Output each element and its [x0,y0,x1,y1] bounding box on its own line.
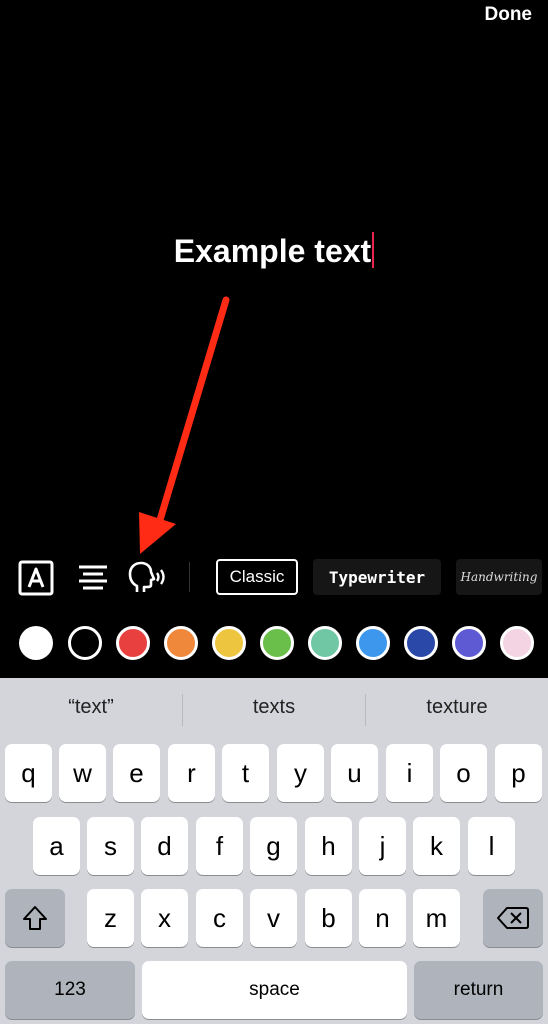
color-swatch-orange[interactable] [164,626,198,660]
key-a[interactable]: a [33,817,80,875]
backspace-icon [497,907,529,929]
key-s[interactable]: s [87,817,134,875]
color-swatch-blue[interactable] [356,626,390,660]
shift-icon [23,906,47,930]
key-u[interactable]: u [331,744,378,802]
key-y[interactable]: y [277,744,324,802]
numbers-key[interactable]: 123 [5,961,135,1019]
suggestion-bar: “text” texts texture [0,678,548,742]
key-i[interactable]: i [386,744,433,802]
text-align-button[interactable] [75,558,111,598]
suggestion-2[interactable]: texts [183,696,365,719]
annotation-arrow-head [139,512,176,554]
keyboard: “text” texts texture q w e r t y u i o p… [0,678,548,1024]
text-to-speech-icon [128,561,165,592]
key-r[interactable]: r [168,744,215,802]
key-z[interactable]: z [87,889,134,947]
space-key[interactable]: space [142,961,407,1019]
key-t[interactable]: t [222,744,269,802]
key-h[interactable]: h [305,817,352,875]
color-swatch-navy[interactable] [404,626,438,660]
font-style-handwriting[interactable]: Handwriting [456,559,542,595]
color-swatch-yellow[interactable] [212,626,246,660]
color-swatch-teal[interactable] [308,626,342,660]
key-w[interactable]: w [59,744,106,802]
color-swatch-red[interactable] [116,626,150,660]
annotation-arrow-shaft [156,296,230,524]
key-x[interactable]: x [141,889,188,947]
color-swatch-pink[interactable] [500,626,534,660]
key-p[interactable]: p [495,744,542,802]
color-swatch-green[interactable] [260,626,294,660]
key-q[interactable]: q [5,744,52,802]
backspace-key[interactable] [483,889,543,947]
color-swatch-purple[interactable] [452,626,486,660]
text-background-icon [18,560,54,596]
toolbar-divider [189,562,190,592]
text-to-speech-button[interactable] [126,558,170,598]
key-g[interactable]: g [250,817,297,875]
key-e[interactable]: e [113,744,160,802]
key-m[interactable]: m [413,889,460,947]
key-b[interactable]: b [305,889,352,947]
color-swatch-white[interactable] [19,626,53,660]
text-background-button[interactable] [17,558,55,598]
key-o[interactable]: o [440,744,487,802]
key-f[interactable]: f [196,817,243,875]
key-n[interactable]: n [359,889,406,947]
shift-key[interactable] [5,889,65,947]
font-style-classic[interactable]: Classic [216,559,298,595]
color-swatch-black[interactable] [68,626,102,660]
font-style-typewriter[interactable]: Typewriter [313,559,441,595]
suggestion-1[interactable]: “text” [0,696,182,719]
suggestion-3[interactable]: texture [366,696,548,719]
key-d[interactable]: d [141,817,188,875]
return-key[interactable]: return [414,961,543,1019]
key-k[interactable]: k [413,817,460,875]
key-c[interactable]: c [196,889,243,947]
text-toolbar: Classic Typewriter Handwriting [0,556,548,600]
key-l[interactable]: l [468,817,515,875]
color-palette [0,626,548,662]
align-center-icon [79,565,107,590]
key-v[interactable]: v [250,889,297,947]
key-j[interactable]: j [359,817,406,875]
